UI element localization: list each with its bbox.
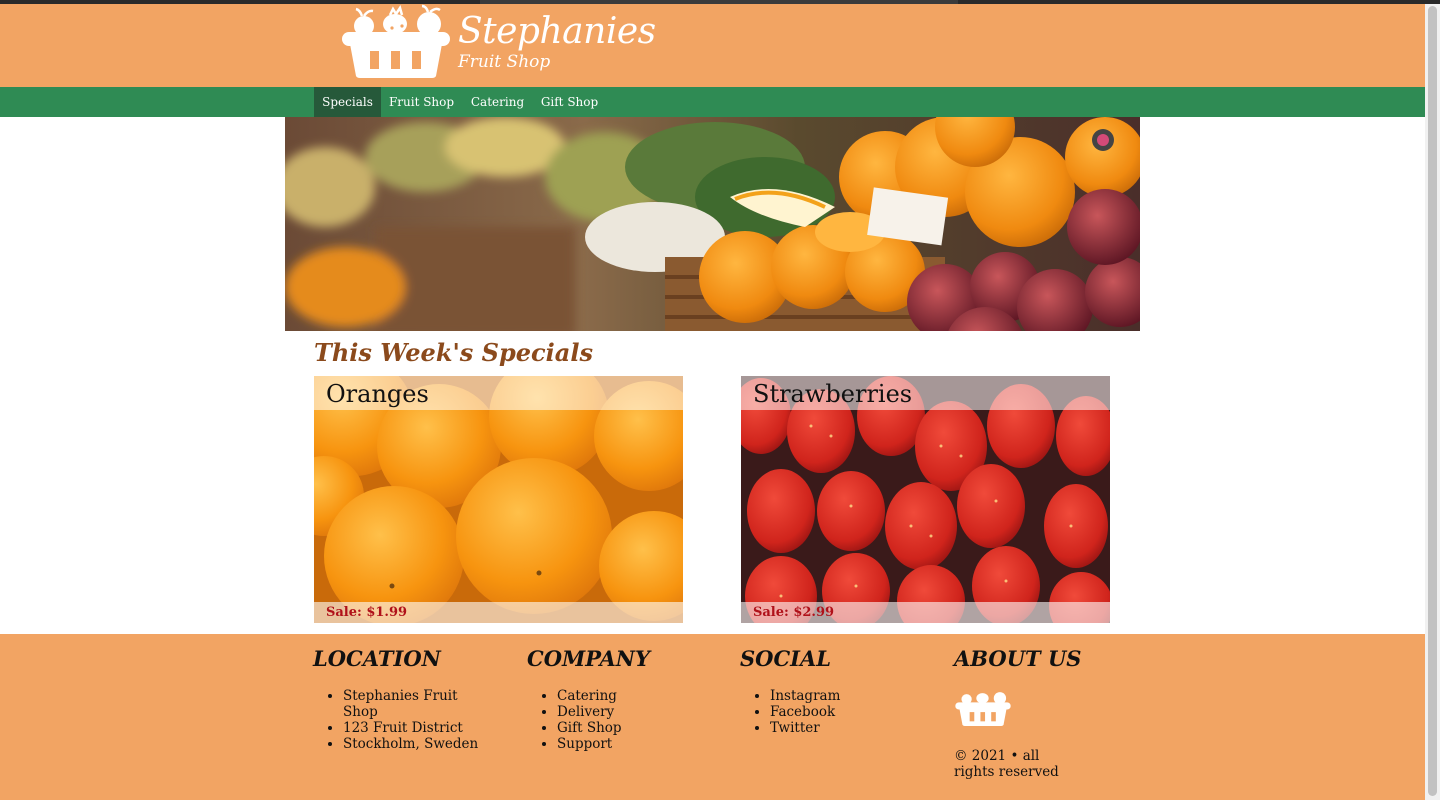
- footer-link-catering[interactable]: Catering: [557, 688, 727, 704]
- footer-social-heading: SOCIAL: [740, 646, 832, 671]
- footer-link-delivery[interactable]: Delivery: [557, 704, 727, 720]
- page-scrollbar[interactable]: [1425, 4, 1440, 800]
- footer-link-instagram[interactable]: Instagram: [770, 688, 940, 704]
- hero-image-fruit-market: [285, 117, 1140, 331]
- scrollbar-thumb[interactable]: [1428, 6, 1437, 796]
- oranges-image: [314, 376, 683, 623]
- nav-item-catering[interactable]: Catering: [462, 87, 533, 117]
- specials-heading: This Week's Specials: [314, 338, 593, 367]
- footer-link-support[interactable]: Support: [557, 736, 727, 752]
- footer-about-heading: ABOUT US: [954, 646, 1082, 671]
- brand-title[interactable]: Stephanies: [458, 10, 656, 54]
- footer-company-heading: COMPANY: [527, 646, 650, 671]
- footer-about: ABOUT US © 2021 • all rights reserved: [954, 644, 1154, 780]
- footer-link-gift-shop[interactable]: Gift Shop: [557, 720, 727, 736]
- footer-location-item: Stockholm, Sweden: [343, 736, 493, 752]
- strawberries-image: [741, 376, 1110, 623]
- fruit-basket-icon: [955, 692, 1011, 726]
- site-header: Stephanies Fruit Shop: [0, 4, 1425, 87]
- brand-subtitle[interactable]: Fruit Shop: [458, 51, 550, 73]
- nav-item-gift-shop[interactable]: Gift Shop: [533, 87, 606, 117]
- nav-item-fruit-shop[interactable]: Fruit Shop: [381, 87, 462, 117]
- fruit-basket-icon[interactable]: [340, 4, 452, 82]
- main-nav: Specials Fruit Shop Catering Gift Shop: [0, 87, 1425, 117]
- footer-location-item: Stephanies Fruit Shop: [343, 688, 493, 720]
- footer-location-item: 123 Fruit District: [343, 720, 493, 736]
- footer-link-facebook[interactable]: Facebook: [770, 704, 940, 720]
- card-price-strawberries: Sale: $2.99: [753, 605, 835, 620]
- footer-social: SOCIAL Instagram Facebook Twitter: [740, 644, 940, 736]
- card-title-oranges: Oranges: [326, 380, 429, 408]
- special-card-oranges[interactable]: Oranges Sale: $1.99: [314, 376, 683, 623]
- footer-location-heading: LOCATION: [313, 646, 441, 671]
- card-title-strawberries: Strawberries: [753, 380, 913, 408]
- site-footer: LOCATION Stephanies Fruit Shop 123 Fruit…: [0, 634, 1425, 800]
- copyright-text: © 2021 • all rights reserved: [954, 748, 1059, 780]
- footer-company: COMPANY Catering Delivery Gift Shop Supp…: [527, 644, 727, 752]
- footer-link-twitter[interactable]: Twitter: [770, 720, 940, 736]
- nav-item-specials[interactable]: Specials: [314, 87, 381, 117]
- card-price-oranges: Sale: $1.99: [326, 605, 408, 620]
- special-card-strawberries[interactable]: Strawberries Sale: $2.99: [741, 376, 1110, 623]
- footer-location: LOCATION Stephanies Fruit Shop 123 Fruit…: [313, 644, 513, 752]
